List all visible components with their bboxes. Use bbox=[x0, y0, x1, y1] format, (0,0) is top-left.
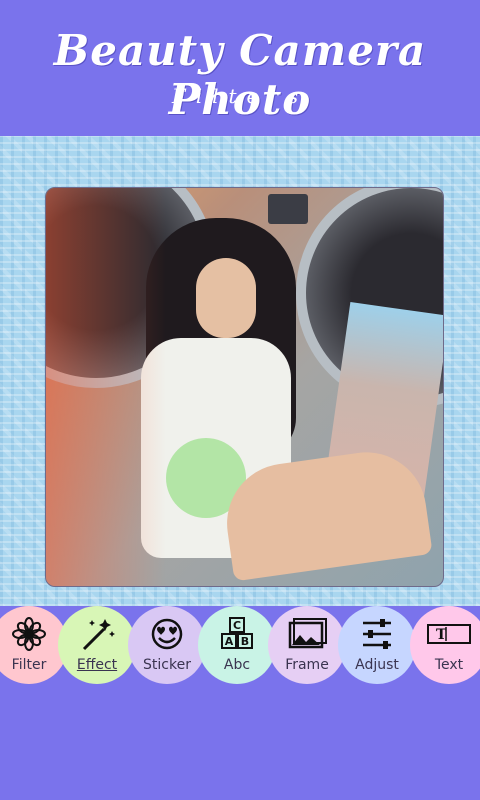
adjust-label: Adjust bbox=[355, 657, 399, 673]
smiley-heart-eyes-icon bbox=[151, 618, 183, 650]
svg-text:C: C bbox=[233, 619, 241, 632]
magic-wand-icon bbox=[82, 619, 115, 651]
edited-photo[interactable] bbox=[45, 187, 444, 587]
editor-canvas bbox=[0, 136, 480, 606]
app-title: Beauty Camera Photo bbox=[53, 26, 427, 124]
light-leak bbox=[46, 188, 166, 586]
text-button[interactable]: T Text bbox=[410, 606, 480, 684]
letter-blocks-icon: C A B bbox=[221, 617, 253, 649]
frame-button[interactable]: Frame bbox=[268, 606, 346, 684]
app-subtitle: Filters bbox=[171, 84, 309, 108]
text-label: Text bbox=[434, 657, 464, 673]
effect-label: Effect bbox=[76, 657, 118, 673]
frame-label: Frame bbox=[285, 657, 329, 673]
adjust-button[interactable]: Adjust bbox=[338, 606, 416, 684]
sliders-icon bbox=[363, 619, 391, 649]
abc-button[interactable]: C A B Abc bbox=[198, 606, 276, 684]
svg-text:A: A bbox=[225, 635, 234, 648]
text-box-icon: T bbox=[427, 624, 471, 644]
picture-frame-icon bbox=[288, 618, 327, 649]
tool-bar: Filter Effect Sticker C A B Abc Frame Ad… bbox=[0, 606, 480, 726]
effect-button[interactable]: Effect bbox=[58, 606, 136, 684]
sticker-button[interactable]: Sticker bbox=[128, 606, 206, 684]
app-header: Beauty Camera Photo Filters bbox=[0, 0, 480, 136]
abc-label: Abc bbox=[223, 657, 251, 673]
person-face bbox=[196, 258, 256, 338]
svg-text:B: B bbox=[241, 635, 249, 648]
washer-panel bbox=[268, 194, 308, 224]
sticker-label: Sticker bbox=[143, 657, 191, 673]
